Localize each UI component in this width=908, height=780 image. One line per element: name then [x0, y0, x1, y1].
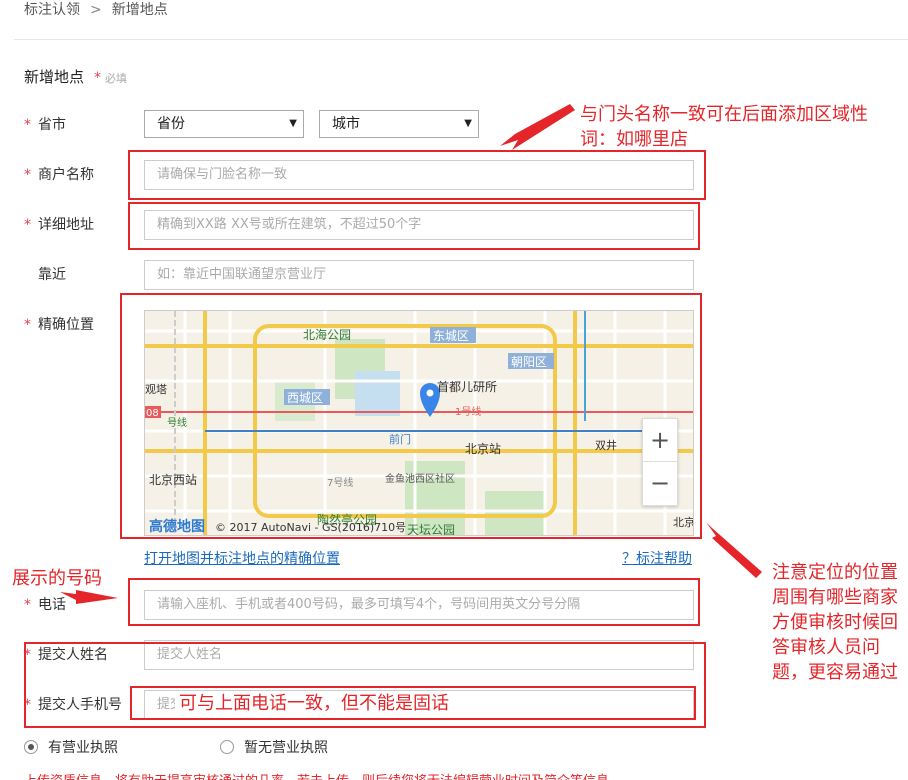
breadcrumb-current: 新增地点: [111, 2, 168, 18]
arrow-to-map-icon: [706, 522, 762, 578]
license-option-none[interactable]: 暂无营业执照: [220, 738, 328, 758]
arrow-to-phone-icon: [60, 590, 118, 604]
breadcrumb: 标注认领 > 新增地点: [24, 0, 168, 20]
annotation-box-map: [120, 293, 702, 539]
annotation-location-tip: 注意定位的位置周围有哪些商家方便审核时候回答审核人员问题，更容易通过: [772, 562, 898, 683]
nearby-label: 靠近: [38, 267, 66, 283]
bottom-note: 上传资质信息，将有助于提高审核通过的几率。若未上传，则后续您将无法编辑营业时间及…: [24, 770, 622, 780]
caret-down-icon: ▼: [464, 118, 472, 129]
phone-label: * 电话: [24, 597, 66, 613]
nearby-input[interactable]: 如：靠近中国联通望京营业厅: [144, 260, 694, 290]
breadcrumb-root[interactable]: 标注认领: [24, 2, 80, 18]
required-text: 必填: [105, 72, 128, 85]
license-option-has[interactable]: 有营业执照: [24, 738, 118, 758]
header-divider: [14, 39, 908, 40]
breadcrumb-separator: >: [90, 2, 102, 18]
annotation-box-merchant: [128, 150, 706, 200]
province-select[interactable]: 省份 ▼: [144, 110, 304, 138]
section-title-text: 新增地点: [24, 68, 85, 86]
help-link[interactable]: ？标注帮助: [622, 548, 692, 568]
radio-selected-icon[interactable]: [24, 740, 38, 754]
merchant-name-label: * 商户名称: [24, 167, 94, 183]
province-city-label: * 省市: [24, 114, 66, 136]
caret-down-icon: ▼: [289, 118, 297, 129]
annotation-box-phone: [128, 578, 700, 626]
city-select[interactable]: 城市 ▼: [319, 110, 479, 138]
open-map-link[interactable]: 打开地图并标注地点的精确位置: [144, 548, 340, 568]
arrow-to-merchant-icon: [500, 104, 575, 150]
location-label: * 精确位置: [24, 317, 94, 333]
annotation-box-address: [128, 202, 700, 250]
section-title: 新增地点 * 必填: [24, 66, 127, 87]
radio-empty-icon[interactable]: [220, 740, 234, 754]
address-label: * 详细地址: [24, 217, 94, 233]
annotation-name-tip: 与门头名称一致可在后面添加区域性词：如哪里店: [580, 104, 868, 150]
required-mark: *: [94, 70, 102, 86]
annotation-phone-tip: 展示的号码: [12, 568, 102, 589]
required-star: *: [24, 117, 31, 133]
annotation-submitter-tip: 可与上面电话一致，但不能是固话: [175, 692, 453, 716]
